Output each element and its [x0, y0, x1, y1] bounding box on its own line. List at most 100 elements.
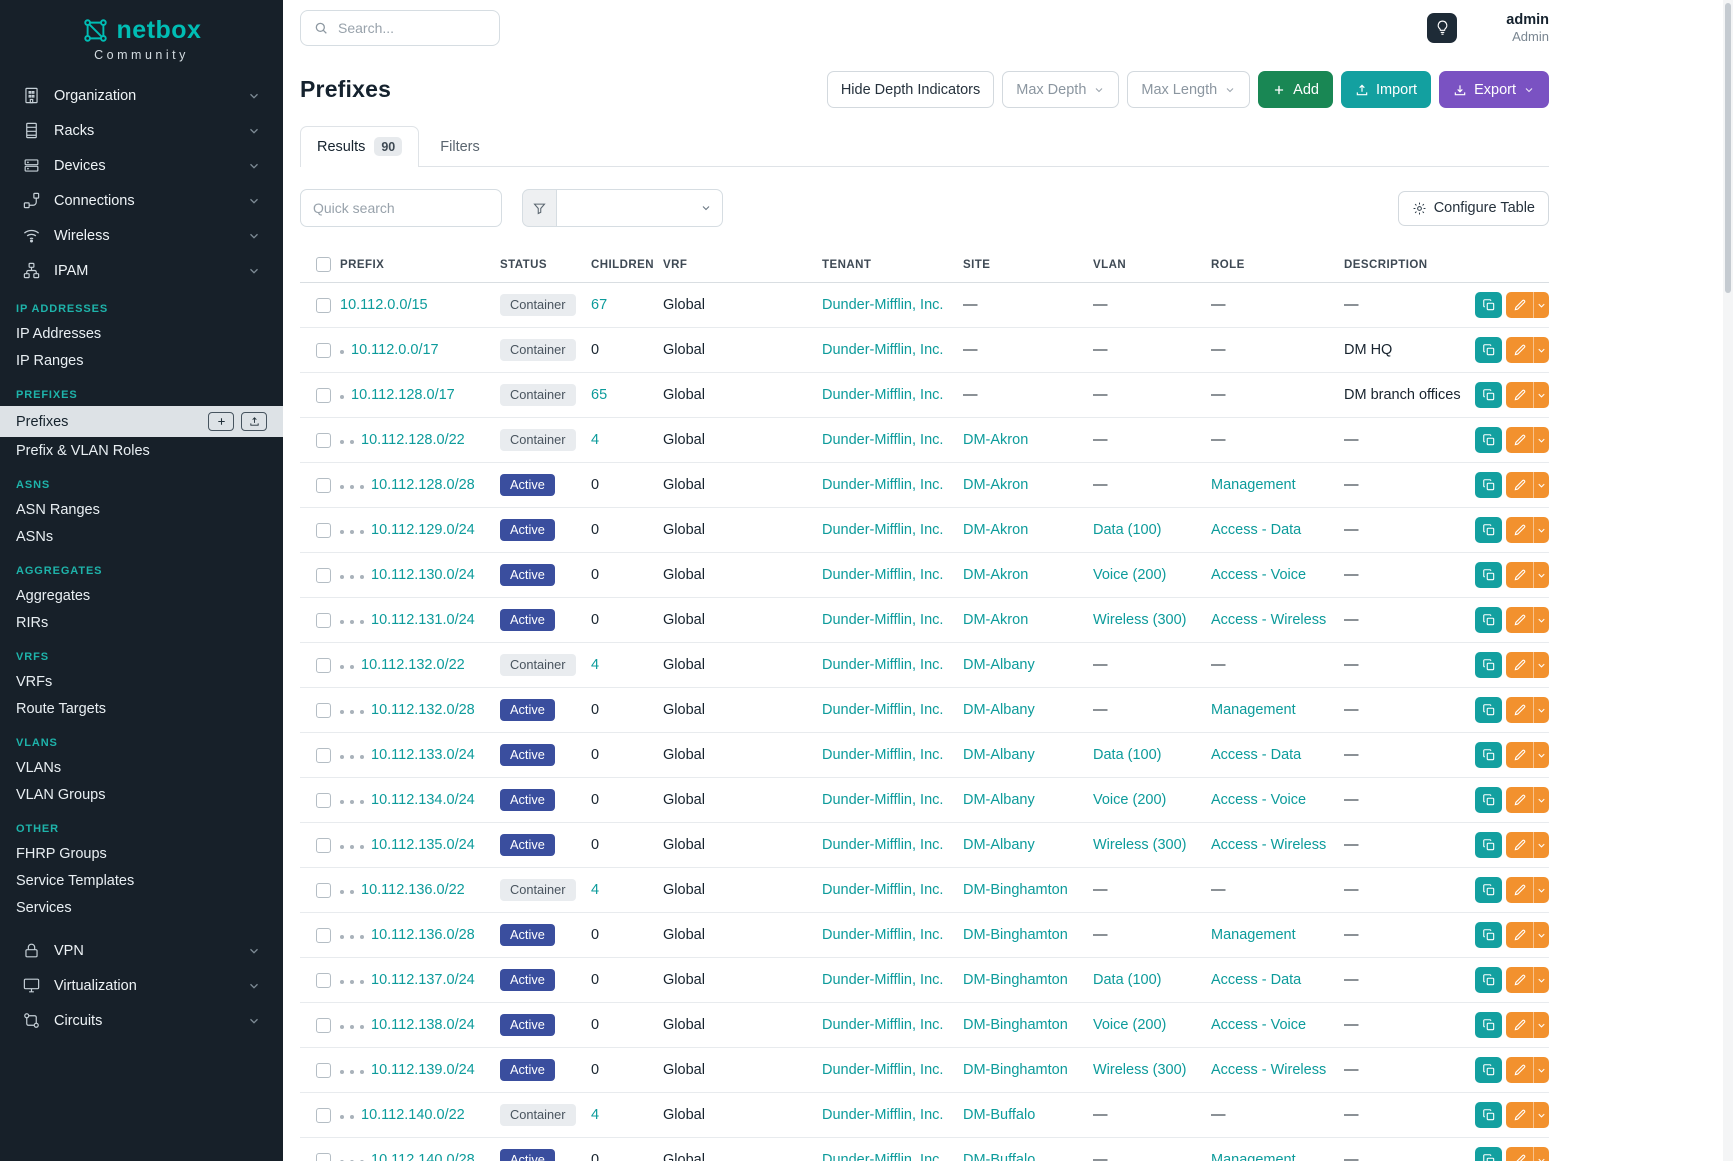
row-checkbox[interactable]: [316, 928, 331, 943]
site-link[interactable]: DM-Buffalo: [963, 1152, 1035, 1161]
import-button[interactable]: Import: [1341, 71, 1431, 108]
scrollbar-thumb[interactable]: [1725, 3, 1731, 293]
global-search[interactable]: [300, 10, 500, 46]
row-checkbox[interactable]: [316, 793, 331, 808]
site-link[interactable]: DM-Albany: [963, 702, 1035, 718]
edit-dropdown-button[interactable]: [1533, 1012, 1549, 1038]
tenant-link[interactable]: Dunder-Mifflin, Inc.: [822, 747, 943, 763]
prefix-link[interactable]: 10.112.137.0/24: [371, 972, 475, 988]
children-link[interactable]: 4: [591, 882, 599, 898]
role-link[interactable]: Management: [1211, 477, 1296, 493]
row-checkbox[interactable]: [316, 838, 331, 853]
sidebar-item-asn-ranges[interactable]: ASN Ranges: [0, 496, 283, 523]
sidebar-item-circuits[interactable]: Circuits: [0, 1003, 283, 1038]
clone-button[interactable]: [1475, 922, 1502, 948]
clone-button[interactable]: [1475, 967, 1502, 993]
sidebar-item-service-templates[interactable]: Service Templates: [0, 867, 283, 894]
edit-dropdown-button[interactable]: [1533, 292, 1549, 318]
quick-search-input[interactable]: [300, 189, 502, 227]
site-link[interactable]: DM-Albany: [963, 657, 1035, 673]
prefix-link[interactable]: 10.112.128.0/22: [361, 432, 465, 448]
tenant-link[interactable]: Dunder-Mifflin, Inc.: [822, 1107, 943, 1123]
edit-dropdown-button[interactable]: [1533, 877, 1549, 903]
clone-button[interactable]: [1475, 832, 1502, 858]
edit-dropdown-button[interactable]: [1533, 697, 1549, 723]
sidebar-item-vrfs[interactable]: VRFs: [0, 668, 283, 695]
prefix-link[interactable]: 10.112.131.0/24: [371, 612, 475, 628]
select-all-checkbox[interactable]: [316, 257, 331, 272]
edit-dropdown-button[interactable]: [1533, 787, 1549, 813]
sidebar-item-asns[interactable]: ASNs: [0, 523, 283, 550]
clone-button[interactable]: [1475, 787, 1502, 813]
prefix-link[interactable]: 10.112.136.0/28: [371, 927, 475, 943]
row-checkbox[interactable]: [316, 658, 331, 673]
role-link[interactable]: Access - Voice: [1211, 567, 1306, 583]
site-link[interactable]: DM-Binghamton: [963, 1062, 1068, 1078]
edit-button[interactable]: [1506, 607, 1533, 633]
hide-depth-indicators-button[interactable]: Hide Depth Indicators: [827, 71, 994, 108]
row-checkbox[interactable]: [316, 613, 331, 628]
sidebar-item-aggregates[interactable]: Aggregates: [0, 582, 283, 609]
vlan-link[interactable]: Wireless (300): [1093, 837, 1186, 853]
site-link[interactable]: DM-Akron: [963, 432, 1028, 448]
edit-button[interactable]: [1506, 382, 1533, 408]
sidebar-item-rirs[interactable]: RIRs: [0, 609, 283, 636]
clone-button[interactable]: [1475, 562, 1502, 588]
column-header-site[interactable]: SITE: [963, 247, 1093, 283]
sidebar-item-prefixes[interactable]: Prefixes: [0, 406, 283, 437]
edit-dropdown-button[interactable]: [1533, 382, 1549, 408]
role-link[interactable]: Access - Data: [1211, 747, 1301, 763]
edit-button[interactable]: [1506, 337, 1533, 363]
tab-filters[interactable]: Filters: [423, 126, 496, 167]
quick-import-button[interactable]: [241, 412, 267, 431]
column-header-children[interactable]: CHILDREN: [591, 247, 663, 283]
edit-button[interactable]: [1506, 1012, 1533, 1038]
site-link[interactable]: DM-Akron: [963, 477, 1028, 493]
site-link[interactable]: DM-Akron: [963, 522, 1028, 538]
site-link[interactable]: DM-Binghamton: [963, 927, 1068, 943]
edit-button[interactable]: [1506, 562, 1533, 588]
sidebar-item-virtualization[interactable]: Virtualization: [0, 968, 283, 1003]
row-checkbox[interactable]: [316, 523, 331, 538]
row-checkbox[interactable]: [316, 883, 331, 898]
site-link[interactable]: DM-Akron: [963, 567, 1028, 583]
site-link[interactable]: DM-Akron: [963, 612, 1028, 628]
edit-button[interactable]: [1506, 1147, 1533, 1161]
role-link[interactable]: Access - Data: [1211, 522, 1301, 538]
sidebar-item-ipam[interactable]: IPAM: [0, 253, 283, 288]
sidebar-item-vpn[interactable]: VPN: [0, 933, 283, 968]
edit-dropdown-button[interactable]: [1533, 1057, 1549, 1083]
row-checkbox[interactable]: [316, 568, 331, 583]
site-link[interactable]: DM-Binghamton: [963, 882, 1068, 898]
scrollbar[interactable]: [1723, 0, 1733, 1161]
site-link[interactable]: DM-Binghamton: [963, 1017, 1068, 1033]
children-link[interactable]: 4: [591, 1107, 599, 1123]
clone-button[interactable]: [1475, 877, 1502, 903]
sidebar-item-wireless[interactable]: Wireless: [0, 218, 283, 253]
edit-button[interactable]: [1506, 517, 1533, 543]
clone-button[interactable]: [1475, 1102, 1502, 1128]
edit-dropdown-button[interactable]: [1533, 517, 1549, 543]
row-checkbox[interactable]: [316, 703, 331, 718]
edit-dropdown-button[interactable]: [1533, 337, 1549, 363]
clone-button[interactable]: [1475, 607, 1502, 633]
role-link[interactable]: Access - Data: [1211, 972, 1301, 988]
column-header-status[interactable]: STATUS: [500, 247, 591, 283]
vlan-link[interactable]: Wireless (300): [1093, 612, 1186, 628]
tenant-link[interactable]: Dunder-Mifflin, Inc.: [822, 432, 943, 448]
vlan-link[interactable]: Data (100): [1093, 972, 1162, 988]
row-checkbox[interactable]: [316, 343, 331, 358]
add-button[interactable]: Add: [1258, 71, 1333, 108]
edit-dropdown-button[interactable]: [1533, 472, 1549, 498]
edit-dropdown-button[interactable]: [1533, 427, 1549, 453]
prefix-link[interactable]: 10.112.135.0/24: [371, 837, 475, 853]
clone-button[interactable]: [1475, 292, 1502, 318]
site-link[interactable]: DM-Albany: [963, 747, 1035, 763]
site-link[interactable]: DM-Binghamton: [963, 972, 1068, 988]
column-header-vlan[interactable]: VLAN: [1093, 247, 1211, 283]
theme-toggle-button[interactable]: [1427, 13, 1457, 43]
site-link[interactable]: DM-Albany: [963, 792, 1035, 808]
column-header-tenant[interactable]: TENANT: [822, 247, 963, 283]
prefix-link[interactable]: 10.112.130.0/24: [371, 567, 475, 583]
sidebar-item-fhrp-groups[interactable]: FHRP Groups: [0, 840, 283, 867]
